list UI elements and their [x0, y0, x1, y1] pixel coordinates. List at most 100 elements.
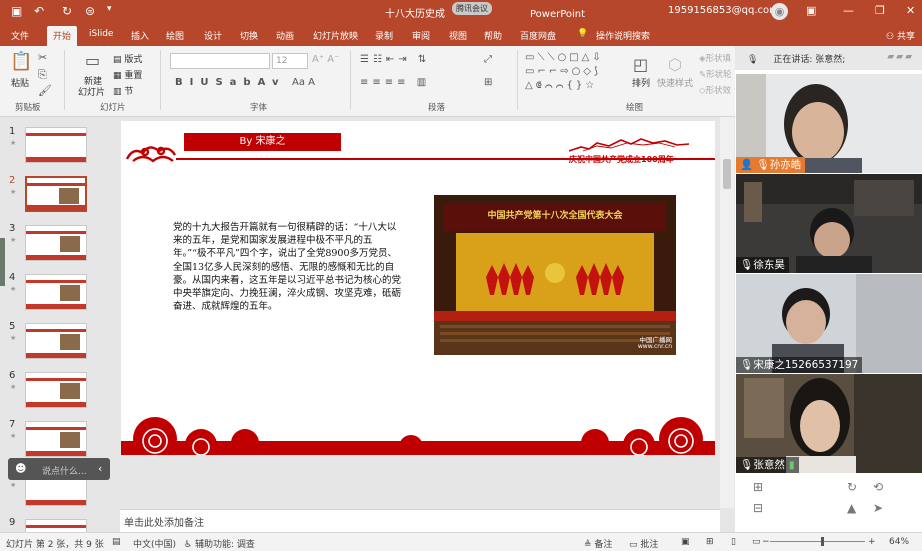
menu-view[interactable]: 视图 [449, 29, 467, 42]
menu-file[interactable]: 文件 [11, 29, 29, 42]
slideshow-icon[interactable]: ▭ [752, 537, 761, 547]
font-grow-shrink-icon[interactable]: A⁺ A⁻ [312, 54, 339, 65]
accessibility-status[interactable]: ♿ 辅助功能: 调查 [184, 537, 255, 550]
shape-effects-button[interactable]: ◇形状效 [699, 84, 731, 96]
congress-photo[interactable]: 中国共产党第十八次全国代表大会 中国广播网 www.cnr.cn [434, 195, 676, 355]
thumb-number: 2 [9, 175, 16, 186]
new-slide-icon[interactable]: ▭ [85, 51, 100, 70]
menu-insert[interactable]: 插入 [131, 29, 149, 42]
slide-sorter-icon[interactable]: ⊞ [706, 537, 714, 547]
arrange-label[interactable]: 排列 [632, 76, 650, 89]
rotate-icon[interactable]: ⟲ [873, 480, 883, 494]
format-painter-icon[interactable]: 🖌 [38, 84, 52, 97]
thumbnail-slide-9[interactable] [25, 519, 87, 533]
paste-icon[interactable]: 📋 [10, 51, 32, 72]
menu-draw[interactable]: 绘图 [166, 29, 184, 42]
font-name-combobox[interactable] [170, 53, 270, 69]
layout-button[interactable]: ▤ 版式 [113, 52, 142, 65]
zoom-level[interactable]: 64% [889, 537, 909, 547]
cut-icon[interactable]: ✂ [38, 51, 47, 64]
maximize-icon[interactable]: ❐ [875, 4, 885, 17]
menu-home[interactable]: 开始 [47, 26, 78, 46]
align-icons[interactable]: ≡≡≡≡ ▥ [360, 77, 430, 88]
editor-scrollbar[interactable] [720, 117, 734, 508]
notes-pane[interactable]: 单击此处添加备注 [120, 509, 720, 532]
grid-view-icon[interactable]: ⊞ [753, 480, 763, 494]
text-direction-icon[interactable]: ⤢ [484, 54, 492, 65]
shape-fill-button[interactable]: ◈形状填 [699, 52, 731, 64]
participant-video[interactable]: 👤 🎙孙亦皓 [736, 74, 922, 173]
font-color-icon[interactable]: Aa A [292, 77, 315, 88]
thumbnail-slide-6[interactable] [25, 372, 87, 408]
menu-design[interactable]: 设计 [204, 29, 222, 42]
copy-icon[interactable]: ⎘ [38, 68, 47, 82]
shapes-gallery[interactable]: ▭⟍⟍○□△⇩ ▭⌐⌐⇨○◇⟆ △⟃⌒⌒{}☆ [525, 51, 625, 95]
participant-video[interactable]: 🎙徐东昊 [736, 174, 922, 273]
slide-canvas[interactable]: By 宋康之 庆祝中国共产党成立100周年 党的十九大报告开篇就有一句很精辟的话… [121, 121, 715, 455]
new-slide-label-2[interactable]: 幻灯片 [78, 85, 105, 98]
meeting-label[interactable]: 腾讯会议 [452, 2, 492, 15]
account-label[interactable]: 1959156853@qq.com [668, 5, 779, 16]
comments-button[interactable]: ▭ 批注 [629, 537, 658, 550]
thumbnail-slide-5[interactable] [25, 323, 87, 359]
quick-styles-label[interactable]: 快速样式 [657, 76, 693, 89]
close-icon[interactable]: ✕ [906, 4, 915, 17]
smartart-icon[interactable]: ⊞ [484, 77, 492, 88]
zoom-out-icon[interactable]: − [762, 537, 770, 547]
participant-video[interactable]: 🎙宋康之15266537197 [736, 274, 922, 373]
menu-record[interactable]: 录制 [375, 29, 393, 42]
zoom-thumb[interactable] [821, 537, 824, 546]
arrange-icon[interactable]: ◰ [633, 55, 648, 74]
layout-view-icon[interactable]: ⊟ [753, 501, 763, 515]
menu-help[interactable]: 帮助 [484, 29, 502, 42]
scroll-thumb[interactable] [723, 159, 731, 189]
normal-view-icon[interactable]: ▣ [681, 537, 690, 547]
redo-icon[interactable]: ↻ [62, 4, 72, 18]
quick-styles-icon[interactable]: ⬡ [668, 55, 682, 74]
chevron-left-icon[interactable]: ‹ [98, 462, 102, 475]
menu-animations[interactable]: 动画 [276, 29, 294, 42]
menu-islide[interactable]: iSlide [89, 29, 113, 39]
thumbnail-slide-3[interactable] [25, 225, 87, 261]
refresh-icon[interactable]: ↻ [847, 480, 857, 494]
zoom-in-icon[interactable]: + [868, 537, 876, 547]
font-format-icons[interactable]: BIUSabAv [175, 77, 285, 88]
shape-outline-button[interactable]: ✎形状轮 [699, 68, 732, 80]
customize-qat-icon[interactable]: ▾ [107, 4, 112, 14]
collapse-handle[interactable] [0, 238, 5, 286]
thumbnail-slide-7[interactable] [25, 421, 87, 457]
ribbon-display-icon[interactable]: ▣ [806, 4, 816, 17]
spellcheck-icon[interactable]: ▤ [112, 537, 121, 547]
font-size-combobox[interactable]: 12 [272, 53, 308, 69]
notes-button[interactable]: ≜ 备注 [584, 537, 612, 550]
reset-button[interactable]: ▦ 重置 [113, 68, 142, 81]
minimize-icon[interactable]: — [843, 4, 854, 17]
zoom-slider[interactable] [770, 537, 865, 546]
slide-body-text[interactable]: 党的十九大报告开篇就有一句很精辟的话：“十八大以来的五年，是党和国家发展进程中极… [173, 221, 403, 313]
user-avatar-icon[interactable]: ◉ [771, 3, 788, 20]
reading-view-icon[interactable]: ▯ [731, 537, 736, 547]
share-button[interactable]: ⚇ 共享 [886, 29, 915, 42]
participant-video[interactable]: 🎙张意然 ▮ [736, 374, 922, 473]
paste-label[interactable]: 粘贴 [11, 76, 29, 89]
list-indent-icons[interactable]: ☰☷⇤⇥ ⇅ [360, 54, 430, 65]
thumbnail-slide-1[interactable] [25, 127, 87, 163]
send-icon[interactable]: ➤ [873, 501, 883, 515]
menu-slideshow[interactable]: 幻灯片放映 [313, 29, 358, 42]
tell-me-search[interactable]: 操作说明搜索 [596, 29, 650, 42]
save-icon[interactable]: ▣ [11, 4, 22, 18]
language-status[interactable]: 中文(中国) [133, 537, 176, 550]
thumbnail-slide-4[interactable] [25, 274, 87, 310]
chat-input[interactable]: 说点什么... [42, 464, 87, 477]
menu-baidu[interactable]: 百度网盘 [520, 29, 556, 42]
warning-icon[interactable]: ▲ [847, 501, 856, 515]
thumb-photo [60, 236, 80, 252]
menu-review[interactable]: 审阅 [412, 29, 430, 42]
quick-access-icon[interactable]: ⊜ [85, 4, 95, 18]
undo-icon[interactable]: ↶ [34, 4, 44, 18]
thumbnail-slide-2[interactable] [25, 176, 87, 212]
section-button[interactable]: ▥ 节 [113, 84, 133, 97]
emoji-icon[interactable]: ☻ [15, 462, 26, 475]
menu-transitions[interactable]: 切换 [240, 29, 258, 42]
meeting-chat-bar[interactable]: ☻ 说点什么... ‹ [8, 458, 110, 480]
